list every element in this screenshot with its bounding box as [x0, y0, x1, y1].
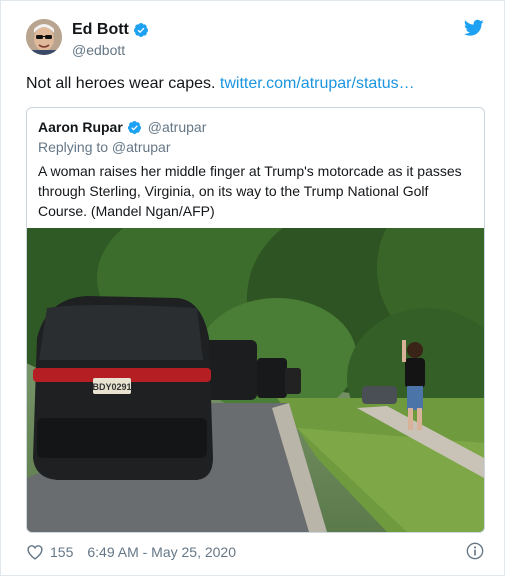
tweet-text: Not all heroes wear capes. twitter.com/a… [26, 74, 415, 94]
quoted-photo[interactable]: BDY0291 [27, 228, 484, 532]
tweet-header: Ed Bott @edbott [26, 17, 484, 61]
author-name[interactable]: Ed Bott [72, 21, 129, 39]
verified-badge-icon [127, 120, 141, 134]
heart-icon[interactable] [26, 544, 44, 560]
tweet-timestamp[interactable]: 6:49 AM - May 25, 2020 [87, 544, 236, 560]
author-avatar[interactable] [26, 19, 62, 55]
quoted-author-name[interactable]: Aaron Rupar [38, 119, 123, 135]
quoted-tweet[interactable]: Aaron Rupar @atrupar Replying to @atrupa… [26, 107, 485, 533]
tweet-body: Not all heroes wear capes. [26, 75, 216, 92]
tweet-link[interactable]: twitter.com/atrupar/status… [220, 75, 415, 92]
author-handle[interactable]: @edbott [72, 42, 149, 58]
license-plate: BDY0291 [92, 382, 131, 392]
tweet-footer: 155 6:49 AM - May 25, 2020 [26, 542, 484, 562]
twitter-bird-icon[interactable] [464, 19, 484, 37]
embedded-tweet-card: Ed Bott @edbott Not all heroes wear cape… [0, 0, 505, 576]
verified-badge-icon [133, 23, 148, 37]
author-info: Ed Bott @edbott [72, 21, 149, 58]
quoted-header: Aaron Rupar @atrupar [38, 119, 206, 135]
quoted-author-handle[interactable]: @atrupar [148, 119, 207, 135]
replying-to: Replying to @atrupar [38, 139, 171, 155]
quoted-text: A woman raises her middle finger at Trum… [38, 163, 462, 219]
like-count[interactable]: 155 [50, 544, 73, 560]
info-icon[interactable] [466, 542, 484, 560]
